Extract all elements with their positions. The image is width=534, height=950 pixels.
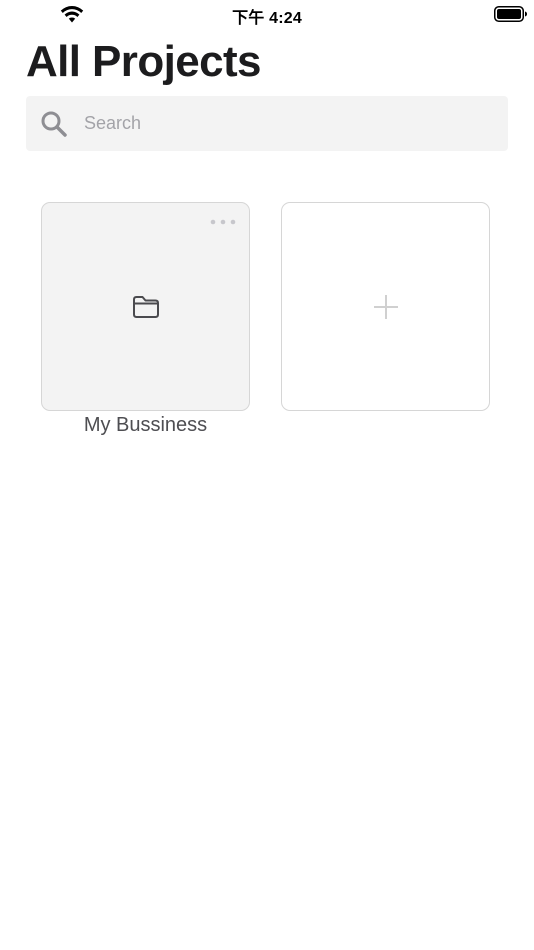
status-time: 下午 4:24 [232, 10, 302, 27]
folder-icon [133, 296, 159, 318]
add-project-button[interactable] [281, 202, 490, 411]
search-icon [41, 111, 67, 137]
search-bar[interactable] [26, 96, 508, 151]
battery-icon [494, 6, 527, 22]
page-title: All Projects [26, 37, 261, 86]
project-name[interactable]: My Bussiness [41, 414, 250, 437]
plus-icon [374, 295, 398, 319]
status-bar: 下午 4:24 [0, 0, 534, 28]
project-card[interactable] [41, 202, 250, 411]
search-input[interactable] [84, 96, 494, 151]
more-icon[interactable] [209, 218, 237, 226]
